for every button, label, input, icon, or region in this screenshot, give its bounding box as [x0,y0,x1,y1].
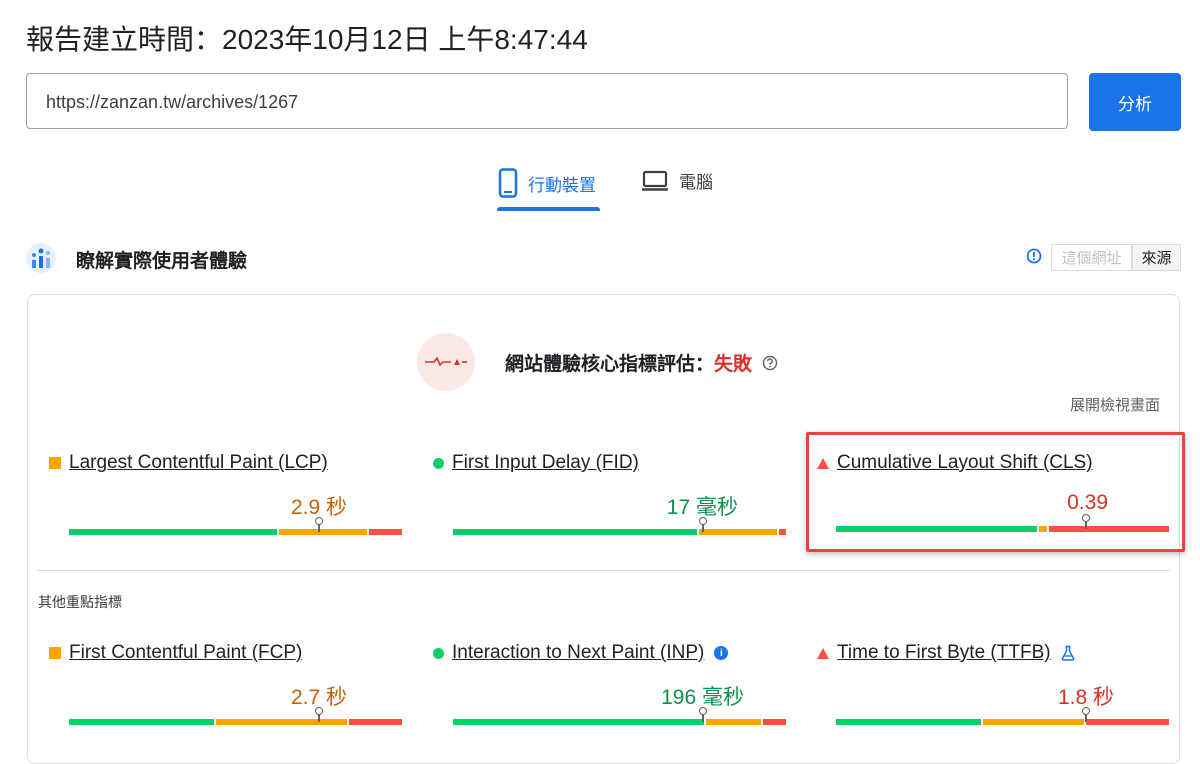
tab-mobile[interactable]: 行動裝置 [498,168,596,198]
cls-highlight-box [806,432,1185,552]
needs-improvement-indicator [49,457,61,469]
distribution-bar-fid [453,517,786,535]
distribution-bar-ttfb [836,707,1169,725]
tab-desktop-label: 電腦 [679,173,713,192]
metric-fid-label[interactable]: First Input Delay (FID) [452,452,639,474]
percentile-marker [314,707,323,725]
assessment-result: 失敗 [714,354,753,375]
poor-segment [779,529,786,535]
info-icon[interactable]: i [714,646,729,660]
url-input[interactable]: https://zanzan.tw/archives/1267 [26,73,1068,129]
distribution-bar-inp [453,707,786,725]
users-crux-icon [26,243,56,273]
source-url-toggle[interactable]: 這個網址 [1051,244,1132,271]
metric-ttfb-label[interactable]: Time to First Byte (TTFB) [837,642,1051,664]
distribution-bar-fcp [69,707,402,725]
assessment-badge [417,333,475,391]
metric-inp[interactable]: Interaction to Next Paint (INP) i [433,642,729,664]
good-segment [836,719,981,725]
tab-mobile-label: 行動裝置 [528,175,596,195]
needs-improvement-segment [278,529,367,535]
good-indicator [433,457,444,469]
distribution-bar-lcp [69,517,402,535]
metric-lcp[interactable]: Largest Contentful Paint (LCP) [49,452,328,474]
good-segment [453,719,705,725]
other-metrics-title: 其他重點指標 [38,594,122,610]
url-input-value[interactable]: https://zanzan.tw/archives/1267 [46,92,298,113]
crux-section-title: 瞭解實際使用者體驗 [76,251,248,272]
percentile-marker [698,707,707,725]
metric-fid[interactable]: First Input Delay (FID) [433,452,639,474]
assessment-heading: 網站體驗核心指標評估： 失敗 [505,349,778,376]
percentile-marker [1081,707,1090,725]
needs-improvement-indicator [49,647,61,659]
needs-improvement-segment [982,719,1084,725]
needs-improvement-segment [215,719,347,725]
metric-inp-label[interactable]: Interaction to Next Paint (INP) [452,642,704,664]
assessment-label: 網站體驗核心指標評估： [505,354,715,375]
info-icon[interactable] [1026,248,1042,264]
section-divider [37,570,1170,571]
poor-segment [1085,719,1169,725]
flask-icon [1061,645,1074,661]
smartphone-icon [498,168,518,198]
laptop-icon [642,170,668,191]
source-origin-toggle[interactable]: 來源 [1132,244,1181,271]
poor-segment [762,719,786,725]
analyze-button[interactable]: 分析 [1089,73,1181,131]
metric-fcp[interactable]: First Contentful Paint (FCP) [49,642,302,664]
needs-improvement-segment [699,529,778,535]
metric-ttfb[interactable]: Time to First Byte (TTFB) [817,642,1075,664]
active-tab-indicator [497,207,600,211]
poor-segment [368,529,402,535]
help-icon[interactable] [762,355,778,371]
percentile-marker [698,517,707,535]
expand-view-link[interactable]: 展開檢視畫面 [1070,394,1160,415]
report-timestamp: 報告建立時間：2023年10月12日 上午8:47:44 [26,24,588,55]
good-segment [453,529,698,535]
good-segment [69,719,214,725]
good-segment [69,529,277,535]
poor-segment [348,719,402,725]
needs-improvement-segment [706,719,761,725]
percentile-marker [314,517,323,535]
good-indicator [433,647,444,659]
tab-desktop[interactable]: 電腦 [641,168,713,193]
poor-indicator [817,647,829,659]
metric-fcp-label[interactable]: First Contentful Paint (FCP) [69,642,302,664]
metric-lcp-label[interactable]: Largest Contentful Paint (LCP) [69,452,328,474]
vitals-failed-icon [425,356,467,367]
